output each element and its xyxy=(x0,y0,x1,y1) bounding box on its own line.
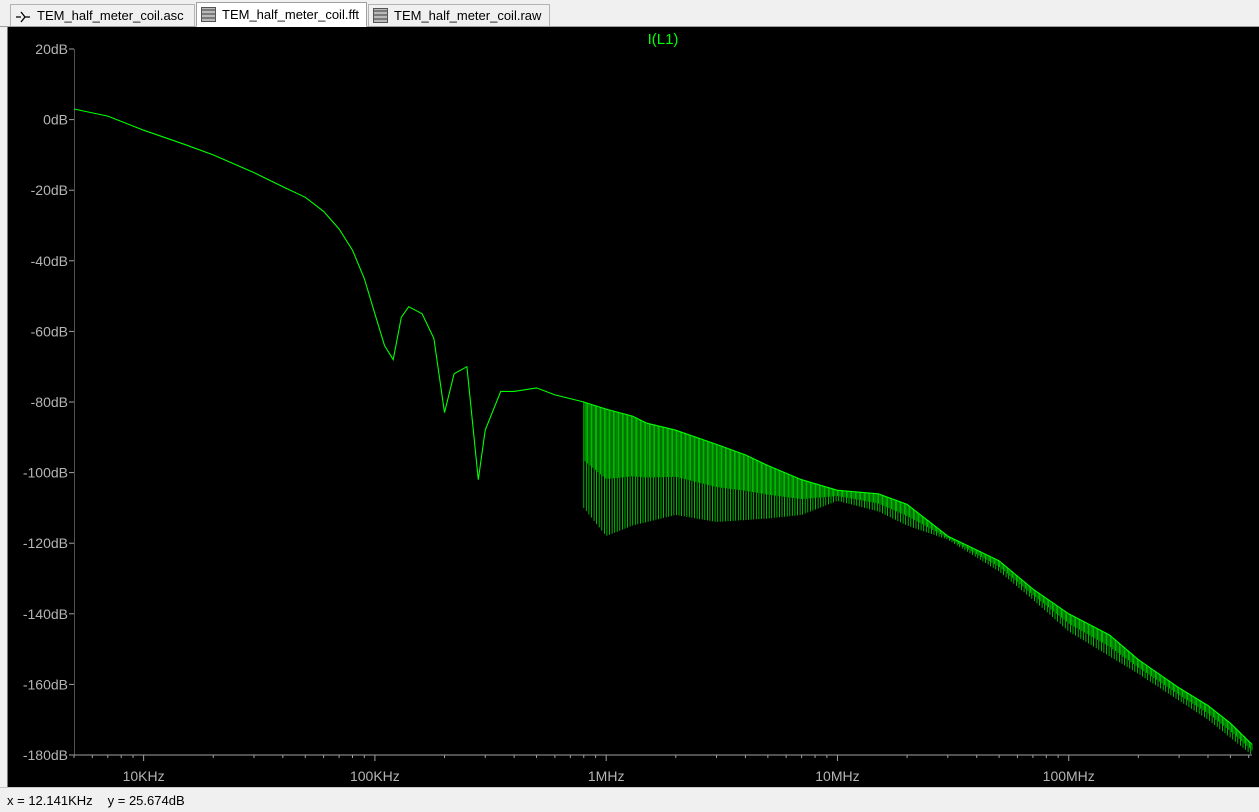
tab-bar: TEM_half_meter_coil.asc TEM_half_meter_c… xyxy=(0,0,1259,27)
y-tick-label: -100dB xyxy=(23,465,68,481)
y-tick-label: -80dB xyxy=(31,394,68,410)
x-tick-label: 1MHz xyxy=(588,768,625,784)
trace-line xyxy=(73,108,1253,745)
plot-pane[interactable]: I(L1) 20dB 0dB -20dB -40dB -60dB -80dB -100dB -1… xyxy=(8,27,1259,787)
waveform-icon xyxy=(201,7,216,22)
tab-raw[interactable]: TEM_half_meter_coil.raw xyxy=(368,4,550,26)
x-tick-label: 100MHz xyxy=(1043,768,1095,784)
tab-label: TEM_half_meter_coil.fft xyxy=(222,7,360,22)
tab-label: TEM_half_meter_coil.asc xyxy=(37,8,184,23)
cursor-y-readout: y = 25.674dB xyxy=(107,792,185,808)
y-tick-label: -60dB xyxy=(31,323,68,339)
tab-schematic[interactable]: TEM_half_meter_coil.asc xyxy=(10,4,195,26)
x-tick-label: 10MHz xyxy=(815,768,859,784)
cursor-x-readout: x = 12.141KHz xyxy=(7,792,93,808)
trace-label: I(L1) xyxy=(648,31,679,48)
tab-label: TEM_half_meter_coil.raw xyxy=(394,8,542,23)
window-frame xyxy=(0,27,8,787)
fft-chart[interactable]: I(L1) 20dB 0dB -20dB -40dB -60dB -80dB -100dB -1… xyxy=(8,27,1259,787)
y-tick-label: -120dB xyxy=(23,535,68,551)
x-tick-label: 10KHz xyxy=(123,768,165,784)
status-bar: x = 12.141KHz y = 25.674dB xyxy=(0,787,1259,812)
y-tick-label: -160dB xyxy=(23,676,68,692)
tab-fft[interactable]: TEM_half_meter_coil.fft xyxy=(196,2,367,27)
waveform-icon xyxy=(373,8,388,23)
y-tick-label: -20dB xyxy=(31,182,68,198)
y-tick-label: -40dB xyxy=(31,253,68,269)
x-tick-label: 100KHz xyxy=(350,768,400,784)
trace-ripple xyxy=(583,402,1253,754)
schematic-icon xyxy=(15,8,31,24)
y-tick-label: 0dB xyxy=(43,112,68,128)
y-tick-label: 20dB xyxy=(35,41,68,57)
y-tick-label: -140dB xyxy=(23,606,68,622)
y-tick-label: -180dB xyxy=(23,747,68,763)
